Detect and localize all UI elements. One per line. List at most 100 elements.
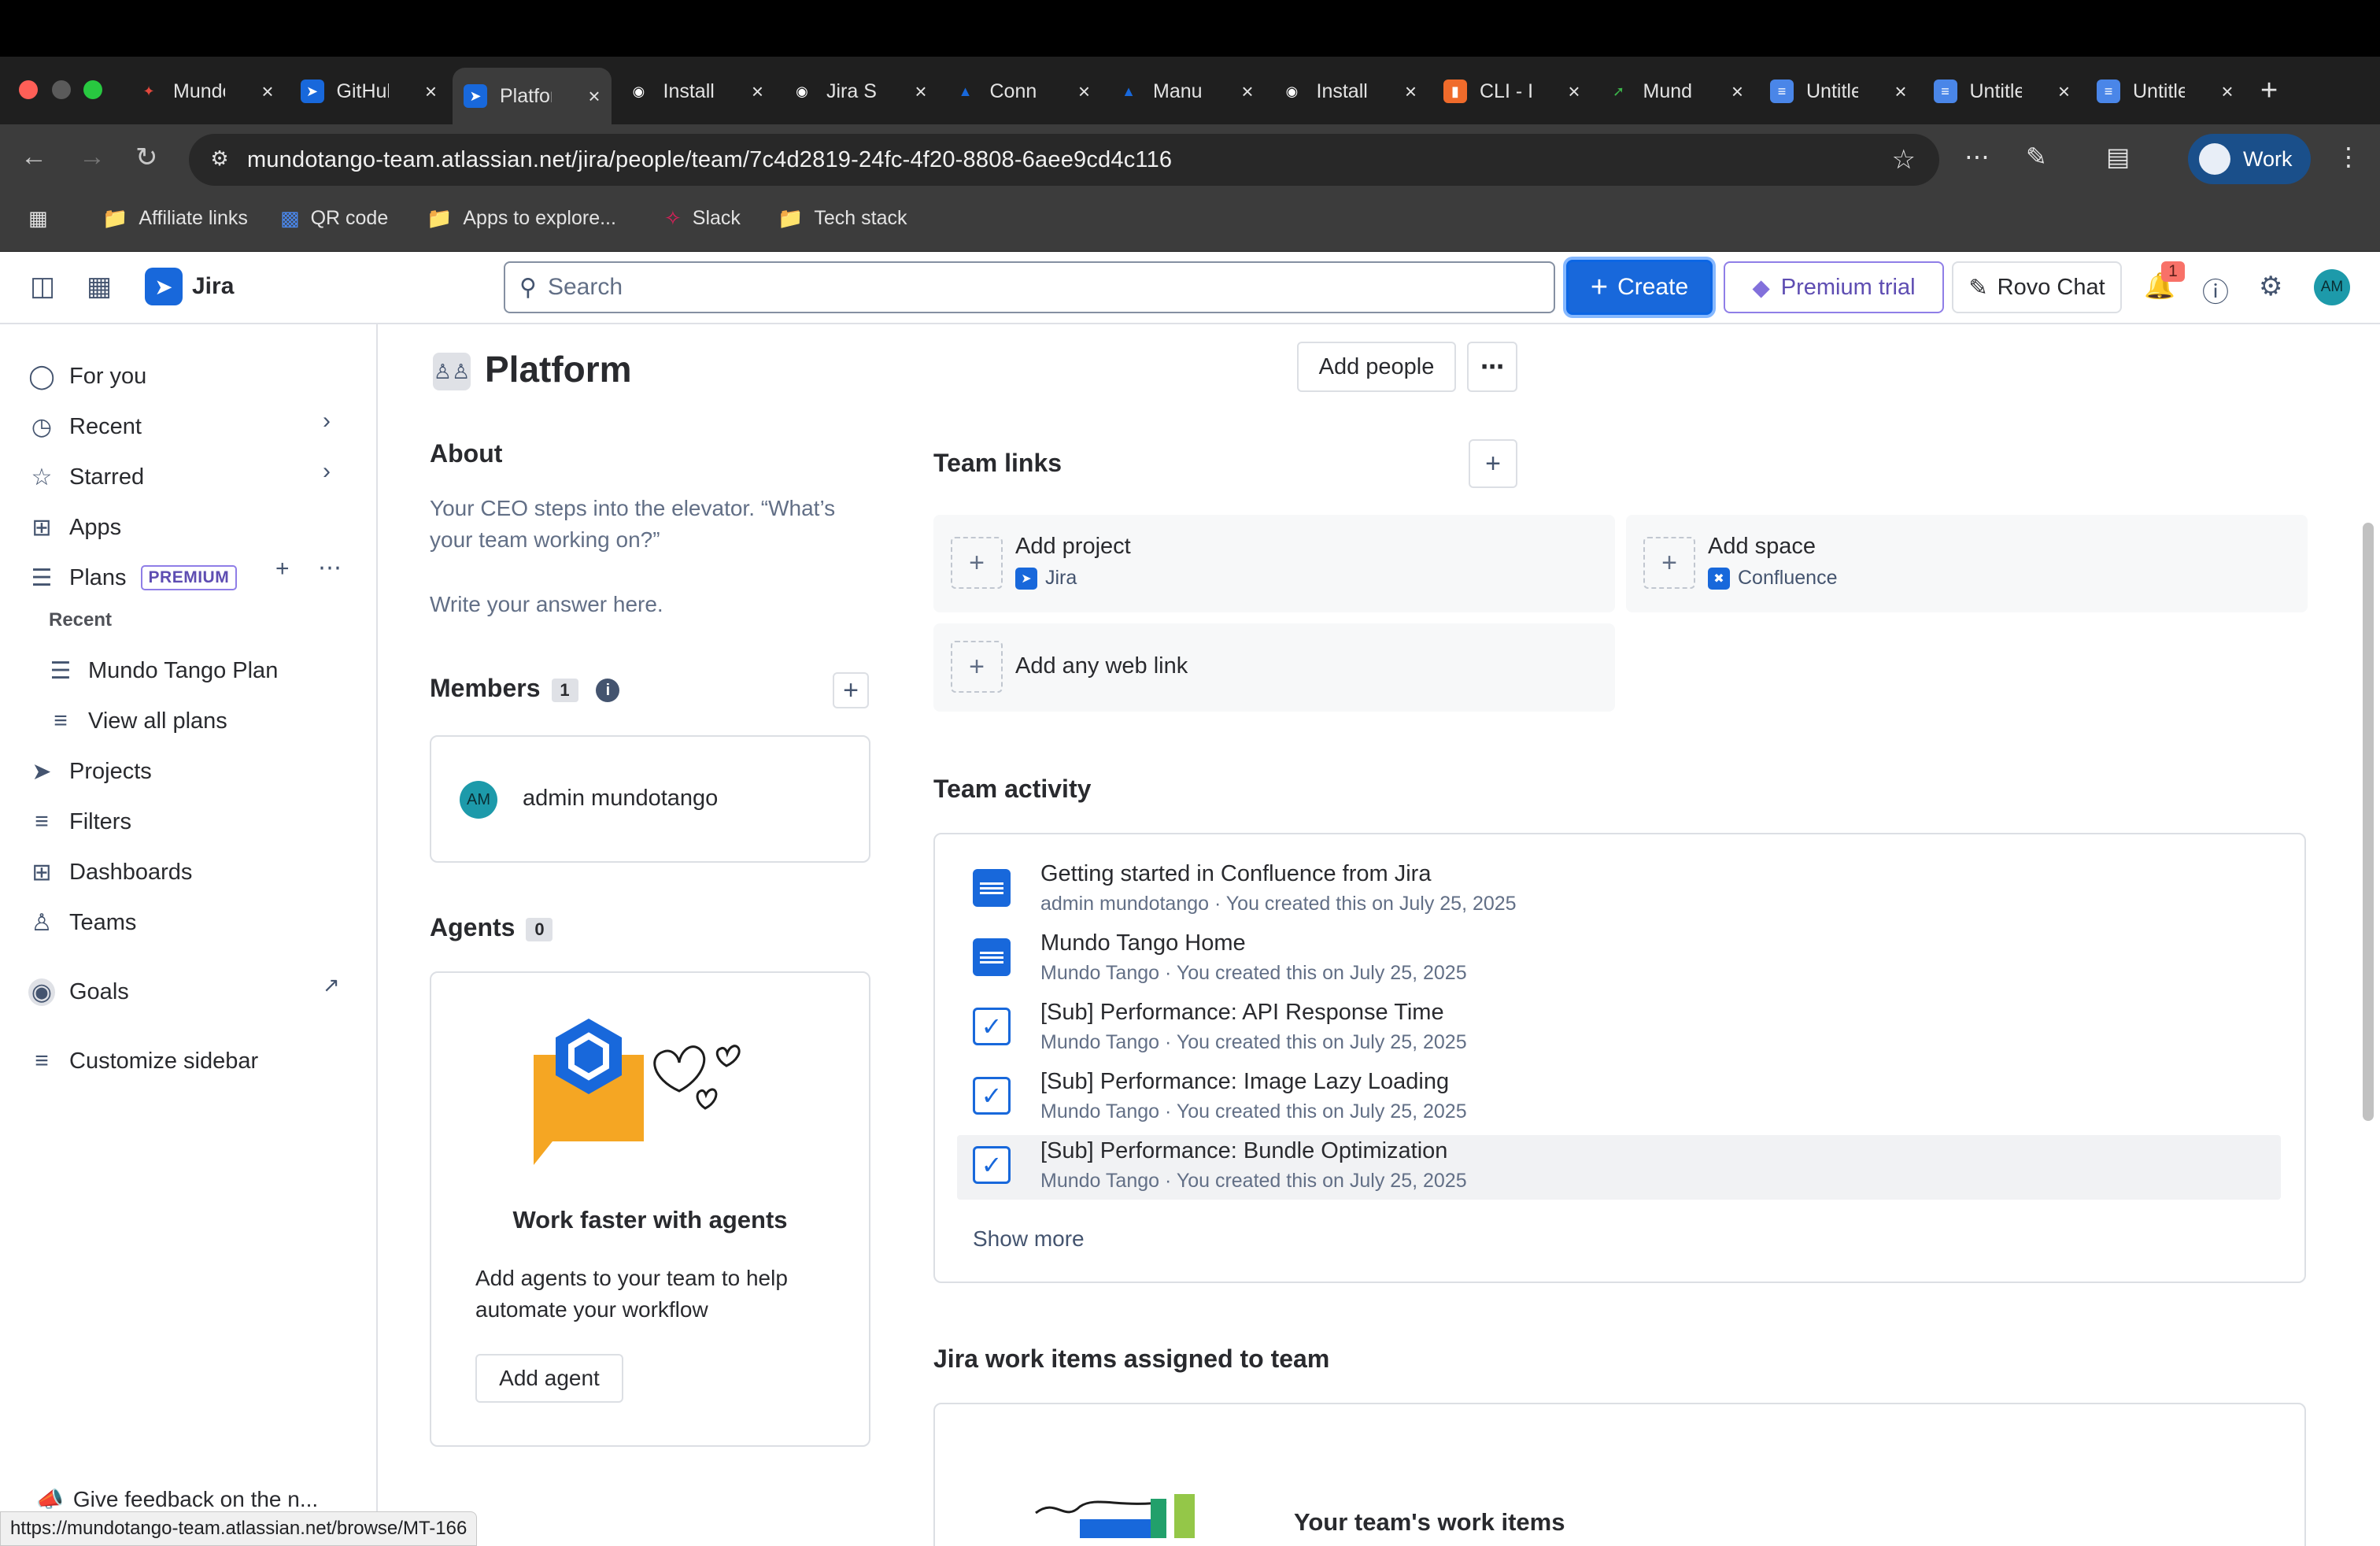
search-bar[interactable]: ⚲	[504, 261, 1555, 313]
browser-tab[interactable]: ◉ Jira S ×	[779, 68, 938, 115]
tab-close-icon[interactable]: ×	[588, 84, 600, 109]
browser-tab[interactable]: ✦ Mundo ×	[126, 68, 285, 115]
tab-close-icon[interactable]: ×	[2058, 80, 2070, 104]
show-more-button[interactable]: Show more	[973, 1226, 1085, 1252]
chevron-right-icon[interactable]: ›	[323, 458, 331, 485]
plans-more-icon[interactable]: ⋯	[318, 554, 342, 582]
add-project-link-card[interactable]: + Add project ➤ Jira	[933, 515, 1615, 612]
window-minimize-button[interactable]	[52, 80, 71, 99]
tab-search-icon[interactable]: ▤	[2106, 142, 2130, 172]
add-agent-button[interactable]: Add agent	[475, 1354, 623, 1403]
site-info-icon[interactable]: ⚙	[206, 146, 233, 173]
tab-close-icon[interactable]: ×	[261, 80, 273, 104]
create-button[interactable]: + Create	[1566, 260, 1713, 315]
add-team-link-button[interactable]: +	[1469, 439, 1517, 488]
chevron-right-icon[interactable]: ›	[323, 408, 331, 435]
activity-item[interactable]: ✓ [Sub] Performance: Bundle Optimization…	[957, 1135, 2281, 1200]
sidebar-item-projects[interactable]: ➤ Projects	[28, 749, 151, 793]
help-icon[interactable]: ⓘ	[2202, 271, 2229, 309]
reload-button[interactable]: ↻	[135, 142, 158, 173]
activity-title[interactable]: [Sub] Performance: Bundle Optimization	[1040, 1138, 1447, 1164]
tab-close-icon[interactable]: ×	[915, 80, 926, 104]
bookmark-slack[interactable]: ✧ Slack	[664, 206, 741, 231]
password-icon[interactable]: ⋯	[1964, 142, 1990, 172]
sidebar-item-dashboards[interactable]: ⊞ Dashboards	[28, 850, 192, 894]
sidebar-item-customize-sidebar[interactable]: ≡ Customize sidebar	[28, 1039, 258, 1083]
bookmark-qr-code[interactable]: ▩ QR code	[280, 206, 388, 231]
bookmark-affiliate-links[interactable]: 📁 Affiliate links	[102, 206, 248, 231]
extensions-icon[interactable]: ✎	[2026, 142, 2047, 172]
product-name[interactable]: Jira	[192, 273, 234, 300]
user-avatar[interactable]: AM	[2314, 269, 2350, 305]
browser-tab[interactable]: ≡ Untitle ×	[1923, 68, 2082, 115]
sidebar-item-apps[interactable]: ⊞ Apps	[28, 505, 121, 549]
sidebar-item-recent[interactable]: ◷ Recent	[28, 405, 142, 449]
activity-item[interactable]: Mundo Tango Home Mundo Tango · You creat…	[957, 927, 2281, 992]
tab-close-icon[interactable]: ×	[1568, 80, 1580, 104]
tab-close-icon[interactable]: ×	[1078, 80, 1090, 104]
tab-close-icon[interactable]: ×	[752, 80, 763, 104]
browser-tab[interactable]: ▲ Conn ×	[943, 68, 1102, 115]
search-input[interactable]	[547, 274, 1492, 301]
info-icon[interactable]: i	[596, 678, 620, 702]
plans-add-icon[interactable]: +	[275, 556, 290, 583]
add-space-link-card[interactable]: + Add space ✖ Confluence	[1626, 515, 2308, 612]
app-switcher-icon[interactable]: ▦	[87, 271, 112, 302]
about-input[interactable]: Write your answer here.	[430, 589, 870, 620]
window-zoom-button[interactable]	[83, 80, 102, 99]
rovo-chat-button[interactable]: ✎ Rovo Chat	[1952, 261, 2122, 313]
external-link-icon[interactable]: ↗	[323, 973, 340, 997]
sidebar-item-starred[interactable]: ☆ Starred	[28, 455, 145, 499]
sidebar-item-for-you[interactable]: ◯ For you	[28, 354, 146, 398]
browser-tab[interactable]: ➤ GitHub ×	[290, 68, 449, 115]
tab-close-icon[interactable]: ×	[1894, 80, 1906, 104]
browser-tab[interactable]: ▲ Manu ×	[1106, 68, 1265, 115]
page-scrollbar[interactable]	[2363, 523, 2374, 1121]
sidebar-item-teams[interactable]: ♙ Teams	[28, 901, 137, 945]
page-title[interactable]: Platform	[485, 348, 632, 390]
browser-tab[interactable]: ▮ CLI - I ×	[1432, 68, 1591, 115]
activity-item[interactable]: ✓ [Sub] Performance: Image Lazy Loading …	[957, 1066, 2281, 1130]
profile-button[interactable]: Work	[2188, 134, 2311, 184]
back-button[interactable]: ←	[20, 142, 47, 172]
premium-trial-button[interactable]: ◆ Premium trial	[1724, 261, 1944, 313]
settings-gear-icon[interactable]: ⚙	[2259, 271, 2282, 302]
bookmark-tech-stack[interactable]: 📁 Tech stack	[778, 206, 907, 231]
activity-title[interactable]: Getting started in Confluence from Jira	[1040, 861, 1431, 887]
sidebar-item-mundo-tango-plan[interactable]: ☰ Mundo Tango Plan	[47, 649, 279, 693]
sidebar-toggle-icon[interactable]: ◫	[30, 271, 55, 302]
window-close-button[interactable]	[19, 80, 38, 99]
browser-tab[interactable]: ≡ Untitle ×	[2086, 68, 2245, 115]
activity-item[interactable]: ✓ [Sub] Performance: API Response Time M…	[957, 997, 2281, 1061]
address-url[interactable]: mundotango-team.atlassian.net/jira/peopl…	[247, 147, 1172, 173]
address-bar[interactable]: ⚙ mundotango-team.atlassian.net/jira/peo…	[189, 134, 1939, 186]
browser-menu-icon[interactable]: ⋮	[2336, 142, 2361, 172]
browser-tab[interactable]: ◉ Install ×	[1269, 68, 1428, 115]
add-web-link-card[interactable]: + Add any web link	[933, 623, 1615, 712]
forward-button[interactable]: →	[79, 142, 105, 172]
tab-close-icon[interactable]: ×	[425, 80, 437, 104]
tab-close-icon[interactable]: ×	[2221, 80, 2233, 104]
bookmark-apps-to-explore[interactable]: 📁 Apps to explore...	[427, 206, 616, 231]
add-member-button[interactable]: +	[833, 672, 869, 708]
more-actions-button[interactable]: ⋯	[1467, 342, 1517, 392]
new-tab-button[interactable]: +	[2260, 74, 2278, 108]
tab-close-icon[interactable]: ×	[1405, 80, 1417, 104]
sidebar-item-goals[interactable]: ◉ Goals	[28, 970, 129, 1014]
activity-title[interactable]: [Sub] Performance: Image Lazy Loading	[1040, 1069, 1449, 1095]
add-people-button[interactable]: Add people	[1297, 342, 1456, 392]
sidebar-item-plans[interactable]: ☰ Plans PREMIUM	[28, 556, 238, 600]
browser-tab[interactable]: ≡ Untitle ×	[1759, 68, 1918, 115]
member-avatar[interactable]: AM	[460, 781, 497, 819]
browser-tab[interactable]: ➚ Mund ×	[1596, 68, 1755, 115]
jira-logo-icon[interactable]: ➤	[145, 268, 183, 305]
activity-title[interactable]: Mundo Tango Home	[1040, 930, 1246, 956]
bookmark-star-icon[interactable]: ☆	[1892, 144, 1916, 176]
browser-tab[interactable]: ◉ Install ×	[616, 68, 775, 115]
sidebar-item-filters[interactable]: ≡ Filters	[28, 800, 131, 844]
give-feedback-button[interactable]: 📣 Give feedback on the n...	[36, 1486, 318, 1512]
browser-tab[interactable]: ➤ Platform ×	[453, 68, 612, 124]
apps-grid-icon[interactable]: ▦	[28, 206, 59, 231]
activity-item[interactable]: Getting started in Confluence from Jira …	[957, 858, 2281, 923]
sidebar-item-view-all-plans[interactable]: ≡ View all plans	[47, 699, 227, 743]
